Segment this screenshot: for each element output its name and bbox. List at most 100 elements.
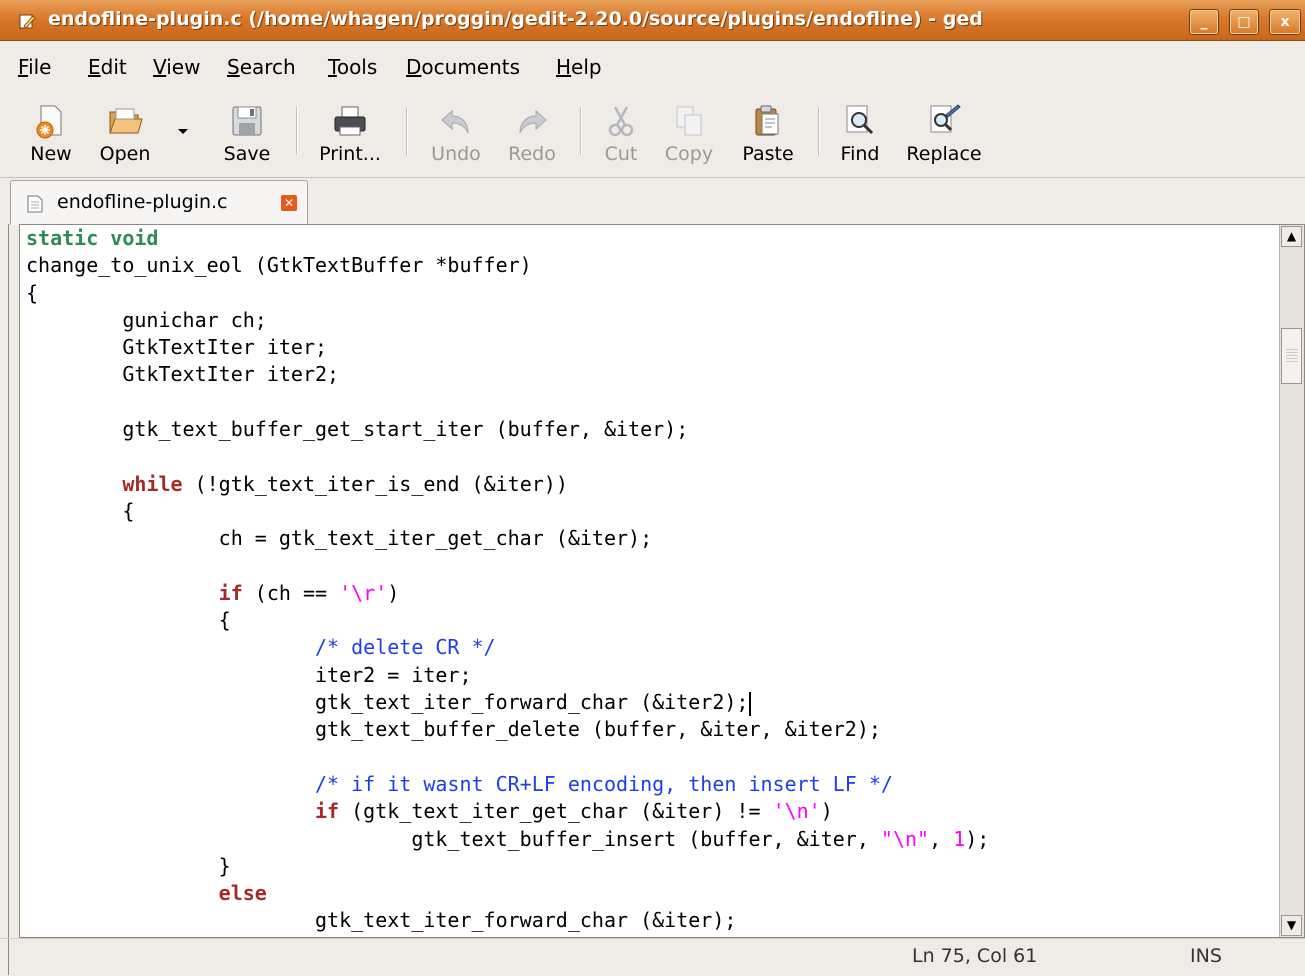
code-token: iter2 = iter;: [26, 662, 472, 687]
print-button[interactable]: Print...: [310, 97, 390, 171]
code-line[interactable]: ch = gtk_text_iter_get_char (&iter);: [26, 525, 1271, 552]
code-line[interactable]: if (ch == '\r'): [26, 580, 1271, 607]
text-editor[interactable]: static void change_to_unix_eol (GtkTextBu…: [19, 224, 1305, 938]
code-line[interactable]: [26, 389, 1271, 416]
new-button[interactable]: New: [20, 97, 82, 171]
code-token: (gtk_text_iter_get_char (&iter) !=: [339, 799, 773, 824]
code-token: }: [26, 853, 231, 878]
code-line[interactable]: else: [26, 880, 1271, 907]
code-line[interactable]: if (gtk_text_iter_get_char (&iter) != '\…: [26, 798, 1271, 825]
document-tab-bar: endofline-plugin.c ✕: [0, 178, 1305, 225]
insert-mode: INS: [1190, 945, 1222, 967]
code-line[interactable]: change_to_unix_eol (GtkTextBuffer *buffe…: [26, 252, 1271, 279]
code-line[interactable]: {: [26, 280, 1271, 307]
code-line[interactable]: gtk_text_buffer_insert (buffer, &iter, "…: [26, 826, 1271, 853]
code-token: gtk_text_buffer_get_start_iter (buffer, …: [26, 417, 689, 442]
magnifier-icon: [846, 105, 874, 135]
code-line[interactable]: static void: [26, 225, 1271, 252]
code-view[interactable]: static void change_to_unix_eol (GtkTextBu…: [26, 225, 1271, 937]
menu-help[interactable]: Help: [556, 55, 602, 79]
code-line[interactable]: [26, 553, 1271, 580]
toolbar-separator: [580, 107, 582, 155]
code-token: 1: [953, 826, 966, 851]
code-line[interactable]: iter2 = iter;: [26, 662, 1271, 689]
menu-documents-accel: D: [406, 55, 422, 79]
menu-edit-label: dit: [100, 55, 127, 79]
open-button[interactable]: Open: [92, 97, 158, 171]
code-token: if: [218, 580, 243, 605]
copy-button[interactable]: Copy: [656, 97, 722, 171]
code-line[interactable]: gtk_text_buffer_delete (buffer, &iter, &…: [26, 716, 1271, 743]
document-icon: [27, 195, 43, 213]
code-line[interactable]: }: [26, 853, 1271, 880]
code-token: gtk_text_iter_forward_char (&iter2);: [26, 690, 749, 715]
code-line[interactable]: gunichar ch;: [26, 307, 1271, 334]
menu-file[interactable]: File: [18, 55, 51, 79]
minimize-button[interactable]: _: [1189, 9, 1219, 35]
code-line[interactable]: /* delete CR */: [26, 634, 1271, 661]
redo-arrow-icon: [519, 109, 547, 134]
code-token: '\r': [339, 580, 388, 605]
printer-icon: [334, 106, 366, 136]
copy-icon: [676, 106, 702, 136]
close-tab-icon[interactable]: ✕: [281, 195, 297, 211]
code-line[interactable]: /* if it wasnt CR+LF encoding, then inse…: [26, 771, 1271, 798]
menu-edit[interactable]: Edit: [88, 55, 127, 79]
title-bar[interactable]: endofline-plugin.c (/home/whagen/proggin…: [0, 0, 1305, 41]
minimize-icon: _: [1200, 14, 1208, 30]
close-button[interactable]: x: [1269, 9, 1301, 35]
scrollbar-thumb[interactable]: [1281, 328, 1302, 384]
code-token: /* if it wasnt CR+LF encoding, then inse…: [314, 771, 893, 796]
redo-button[interactable]: Redo: [500, 97, 564, 171]
menu-file-accel: F: [18, 55, 29, 79]
code-line[interactable]: GtkTextIter iter2;: [26, 361, 1271, 388]
cut-button[interactable]: Cut: [596, 97, 646, 171]
find-label: Find: [840, 143, 880, 165]
window-title: endofline-plugin.c (/home/whagen/proggin…: [48, 8, 983, 30]
code-line[interactable]: {: [26, 607, 1271, 634]
maximize-icon: □: [1237, 14, 1251, 30]
code-line[interactable]: gtk_text_iter_forward_char (&iter2);: [26, 689, 1271, 716]
menu-search-accel: S: [227, 55, 240, 79]
code-line[interactable]: [26, 443, 1271, 470]
code-token: GtkTextIter iter2;: [26, 362, 340, 387]
menu-documents[interactable]: Documents: [406, 55, 520, 79]
menu-bar: File Edit View Search Tools Documents He…: [0, 41, 1305, 93]
redo-label: Redo: [508, 143, 556, 165]
scroll-down-icon[interactable]: ▼: [1281, 915, 1302, 936]
paste-button[interactable]: Paste: [734, 97, 802, 171]
undo-button[interactable]: Undo: [422, 97, 490, 171]
code-line[interactable]: gtk_text_iter_forward_char (&iter);: [26, 907, 1271, 934]
save-button[interactable]: Save: [214, 97, 280, 171]
menu-tools[interactable]: Tools: [328, 55, 377, 79]
code-line[interactable]: while (!gtk_text_iter_is_end (&iter)): [26, 471, 1271, 498]
menu-tools-accel: T: [328, 55, 337, 79]
maximize-button[interactable]: □: [1229, 9, 1259, 35]
vertical-scrollbar[interactable]: ▲ ▼: [1279, 225, 1304, 937]
tab-endofline-plugin[interactable]: endofline-plugin.c ✕: [10, 180, 308, 225]
clipboard-icon: [755, 105, 779, 136]
code-line[interactable]: [26, 744, 1271, 771]
code-token: (ch ==: [242, 580, 340, 605]
code-line[interactable]: GtkTextIter iter;: [26, 334, 1271, 361]
find-button[interactable]: Find: [832, 97, 888, 171]
paste-label: Paste: [742, 143, 794, 165]
code-token: while: [122, 471, 183, 496]
replace-button[interactable]: Replace: [900, 97, 988, 171]
copy-label: Copy: [664, 143, 714, 165]
scroll-up-icon[interactable]: ▲: [1281, 226, 1302, 247]
menu-view[interactable]: View: [153, 55, 200, 79]
scissors-icon: [608, 106, 634, 137]
code-token: gtk_text_buffer_delete (buffer, &iter, &…: [26, 717, 881, 742]
code-line[interactable]: gtk_text_buffer_get_start_iter (buffer, …: [26, 416, 1271, 443]
status-bar: Ln 75, Col 61 INS: [0, 938, 1305, 976]
menu-help-label: elp: [571, 55, 602, 79]
open-recent-dropdown[interactable]: [176, 121, 190, 134]
menu-search[interactable]: Search: [227, 55, 296, 79]
code-line[interactable]: {: [26, 498, 1271, 525]
code-token: {: [26, 280, 39, 305]
code-token: GtkTextIter iter;: [26, 335, 328, 360]
